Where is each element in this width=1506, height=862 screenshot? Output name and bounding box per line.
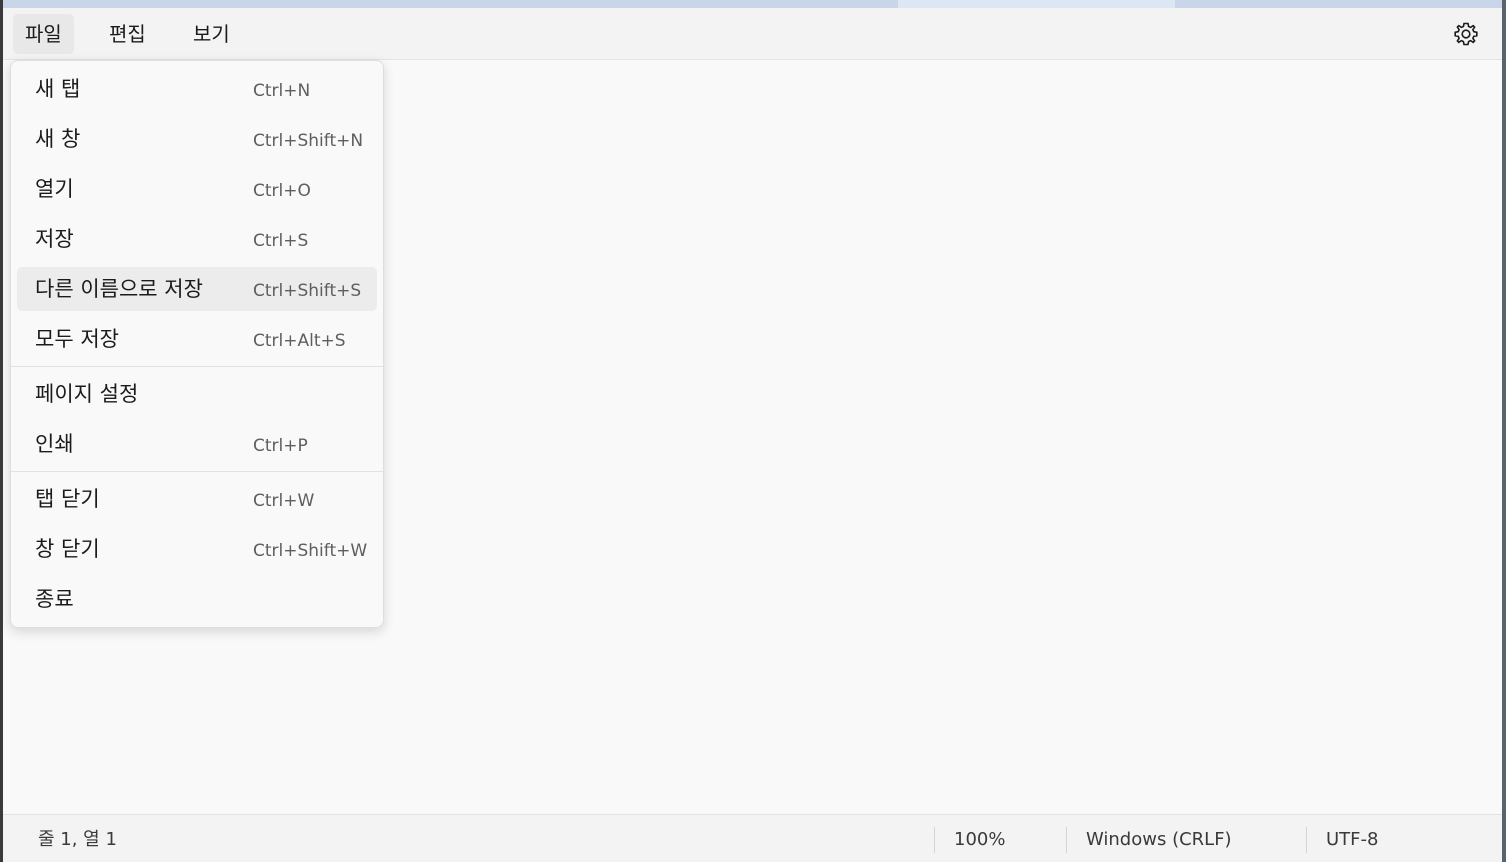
menu-item-label: 새 탭 <box>35 77 81 101</box>
menu-item-label: 페이지 설정 <box>35 382 139 406</box>
background-edge <box>1502 0 1506 862</box>
menu-item-label: 창 닫기 <box>35 537 100 561</box>
menu-edit[interactable]: 편집 <box>97 14 158 54</box>
menu-file[interactable]: 파일 <box>13 14 74 54</box>
menu-item-label: 새 창 <box>35 127 81 151</box>
gear-icon[interactable] <box>1452 20 1480 48</box>
menu-item-shortcut: Ctrl+S <box>253 231 309 251</box>
cursor-position: 줄 1, 열 1 <box>38 829 117 850</box>
menu-item-exit[interactable]: 종료 <box>17 577 377 621</box>
menu-item-shortcut: Ctrl+N <box>253 81 311 101</box>
notepad-app: 파일 편집 보기 줄 1, 열 1 100% Windows (CRLF) UT… <box>0 0 1506 862</box>
menu-item-new-tab[interactable]: 새 탭 Ctrl+N <box>17 67 377 111</box>
menu-item-save-all[interactable]: 모두 저장 Ctrl+Alt+S <box>17 317 377 361</box>
menu-item-label: 열기 <box>35 177 74 201</box>
menu-item-label: 저장 <box>35 227 74 251</box>
menu-view[interactable]: 보기 <box>181 14 242 54</box>
menu-item-label: 탭 닫기 <box>35 487 100 511</box>
menu-item-close-tab[interactable]: 탭 닫기 Ctrl+W <box>17 477 377 521</box>
menu-item-shortcut: Ctrl+W <box>253 491 315 511</box>
status-divider <box>1066 827 1067 853</box>
encoding[interactable]: UTF-8 <box>1326 815 1378 862</box>
menu-item-save-as[interactable]: 다른 이름으로 저장 Ctrl+Shift+S <box>17 267 377 311</box>
menu-divider <box>11 471 383 472</box>
menu-item-save[interactable]: 저장 Ctrl+S <box>17 217 377 261</box>
menu-bar: 파일 편집 보기 <box>3 8 1502 60</box>
menu-item-shortcut: Ctrl+Shift+S <box>253 281 362 301</box>
status-bar: 줄 1, 열 1 100% Windows (CRLF) UTF-8 <box>3 814 1502 862</box>
menu-item-shortcut: Ctrl+O <box>253 181 311 201</box>
menu-item-shortcut: Ctrl+Shift+N <box>253 131 364 151</box>
menu-item-new-window[interactable]: 새 창 Ctrl+Shift+N <box>17 117 377 161</box>
menu-item-page-setup[interactable]: 페이지 설정 <box>17 372 377 416</box>
menu-divider <box>11 366 383 367</box>
menu-item-shortcut: Ctrl+P <box>253 436 308 456</box>
line-ending[interactable]: Windows (CRLF) <box>1086 815 1232 862</box>
zoom-level[interactable]: 100% <box>954 815 1005 862</box>
menu-item-close-window[interactable]: 창 닫기 Ctrl+Shift+W <box>17 527 377 571</box>
menu-item-open[interactable]: 열기 Ctrl+O <box>17 167 377 211</box>
status-divider <box>934 827 935 853</box>
status-divider <box>1306 827 1307 853</box>
menu-item-print[interactable]: 인쇄 Ctrl+P <box>17 422 377 466</box>
menu-item-label: 종료 <box>35 587 74 611</box>
menu-item-shortcut: Ctrl+Shift+W <box>253 541 368 561</box>
menu-item-label: 인쇄 <box>35 432 74 456</box>
menu-item-label: 다른 이름으로 저장 <box>35 277 203 301</box>
menu-item-shortcut: Ctrl+Alt+S <box>253 331 346 351</box>
menu-item-label: 모두 저장 <box>35 327 119 351</box>
file-menu-dropdown: 새 탭 Ctrl+N 새 창 Ctrl+Shift+N 열기 Ctrl+O 저장… <box>10 60 384 628</box>
